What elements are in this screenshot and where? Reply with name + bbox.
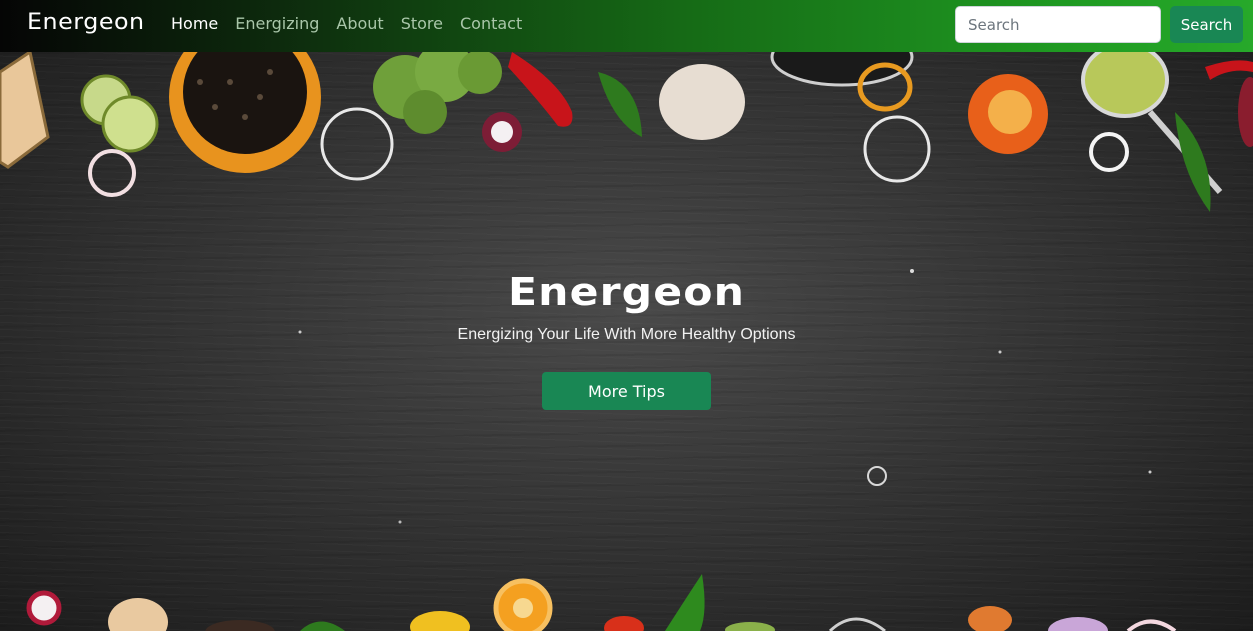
nav-link-energizing[interactable]: Energizing — [235, 14, 319, 33]
more-tips-button[interactable]: More Tips — [542, 372, 711, 410]
hero-section: Energeon Energizing Your Life With More … — [0, 52, 1253, 631]
nav-links: Home Energizing About Store Contact — [171, 14, 539, 33]
nav-link-home[interactable]: Home — [171, 14, 218, 33]
brand-logo[interactable]: Energeon — [27, 10, 145, 35]
hero-subtitle: Energizing Your Life With More Healthy O… — [457, 326, 796, 343]
search-input[interactable] — [955, 6, 1161, 43]
nav-link-contact[interactable]: Contact — [460, 14, 522, 33]
navbar: Energeon Home Energizing About Store Con… — [0, 0, 1253, 52]
search-button[interactable]: Search — [1170, 6, 1243, 43]
hero-title: Energeon — [507, 270, 746, 314]
nav-link-about[interactable]: About — [336, 14, 383, 33]
nav-link-store[interactable]: Store — [401, 14, 443, 33]
